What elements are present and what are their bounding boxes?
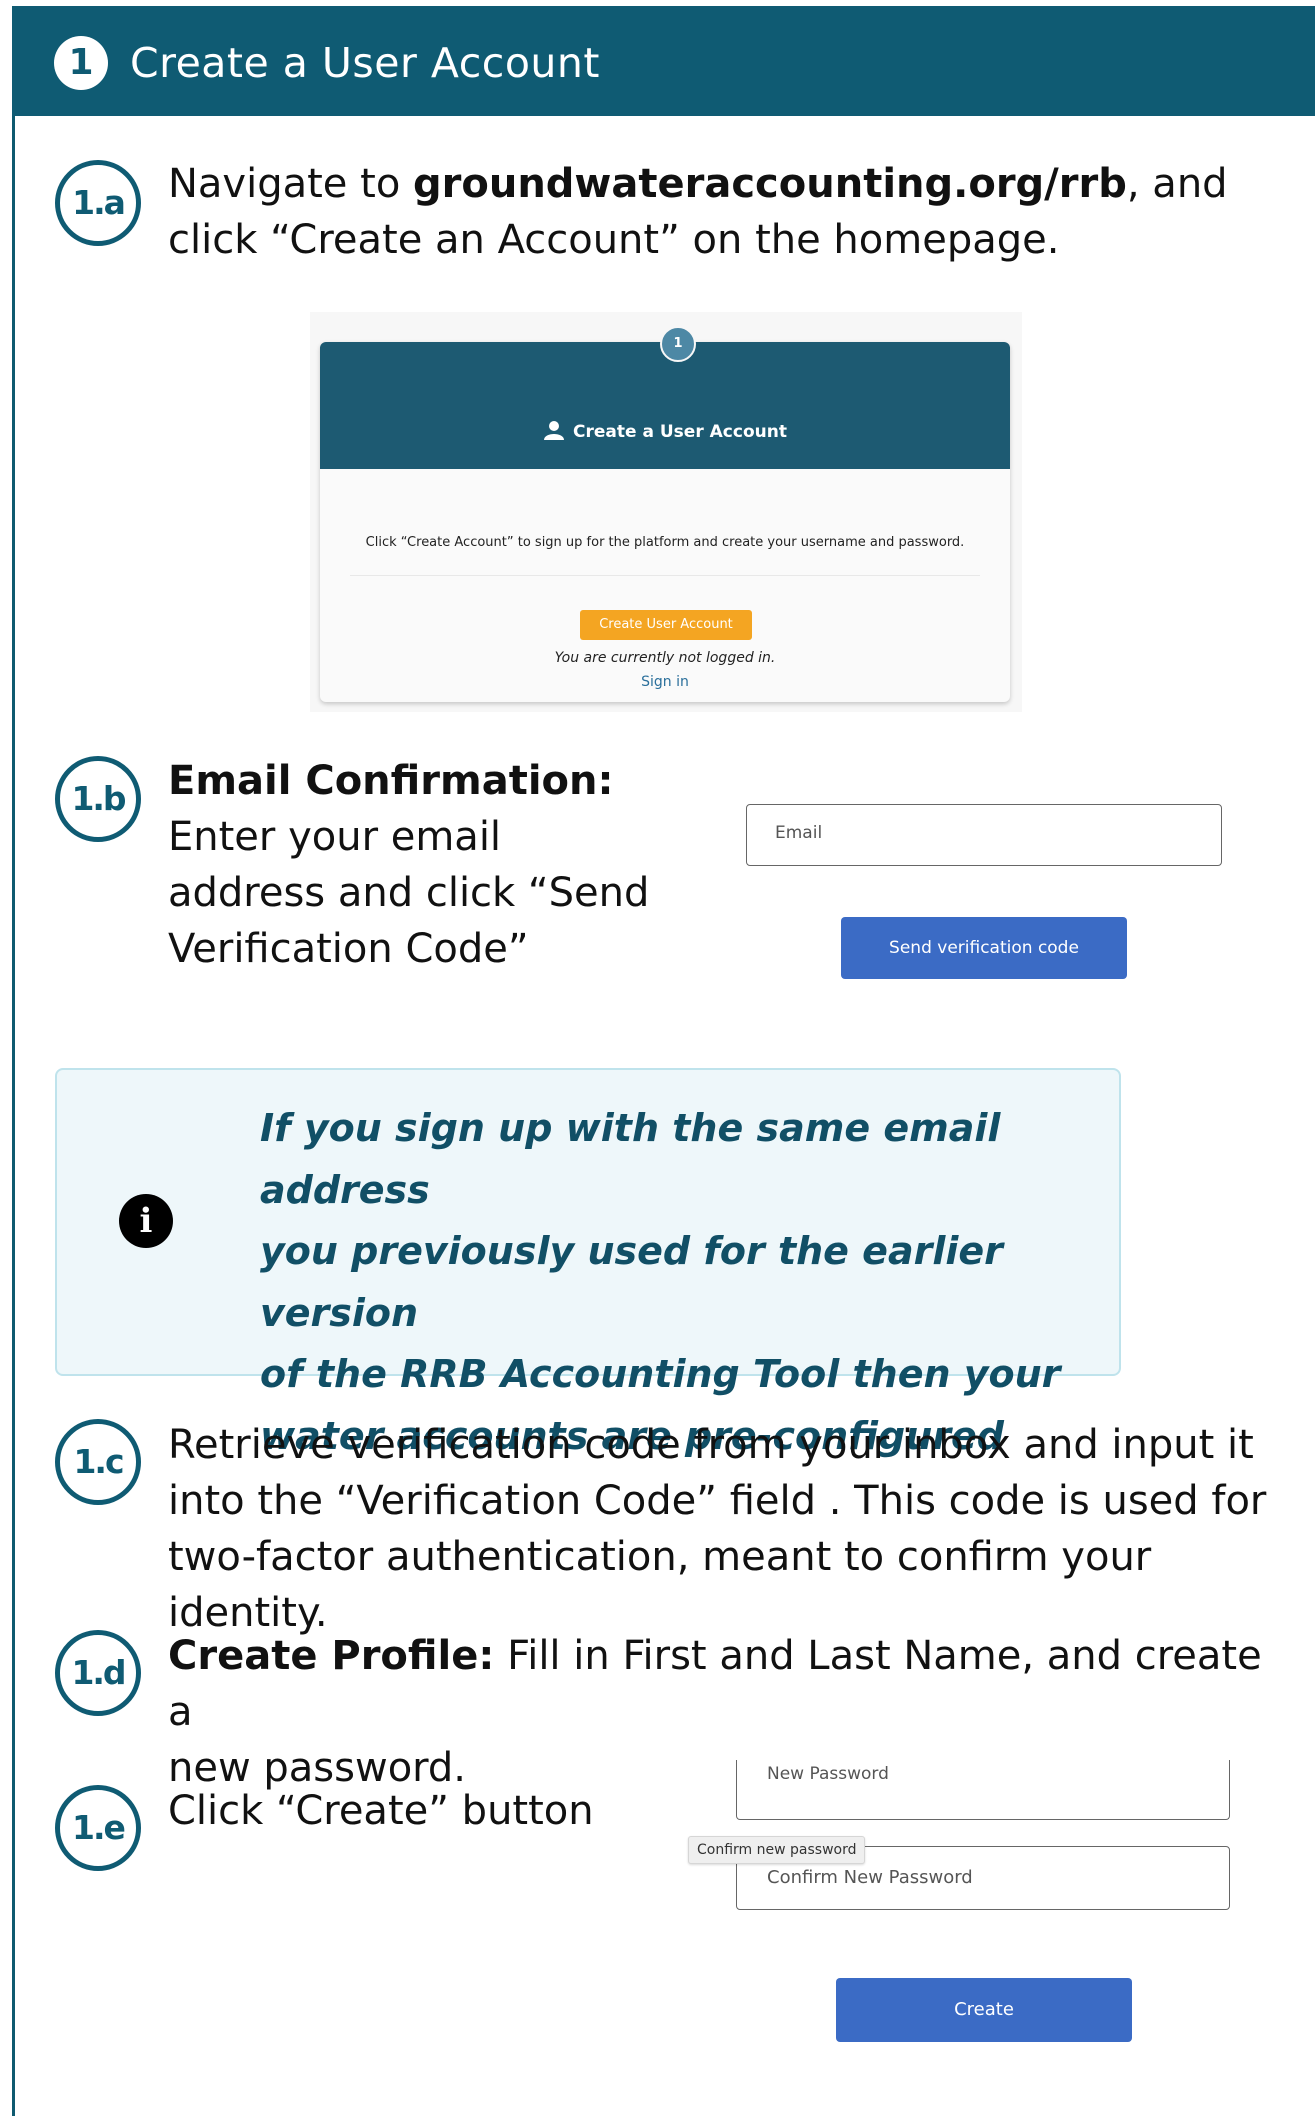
create-button[interactable]: Create [836,1978,1132,2042]
email-placeholder: Email [775,823,823,843]
login-status-text: You are currently not logged in. [554,650,776,666]
step-1a-text: Navigate to groundwateraccounting.org/rr… [168,161,1228,263]
new-password-placeholder: New Password [767,1764,889,1784]
step-1d-heading: Create Profile: [168,1633,495,1679]
card-title: Create a User Account [320,420,1010,442]
step-badge-1d: 1.d [55,1630,141,1716]
confirm-password-tooltip: Confirm new password [688,1836,866,1864]
info-text: If you sign up with the same email addre… [260,1106,1061,1458]
step-1b-text: Email Confirmation: Enter your email add… [168,758,650,972]
divider [350,575,980,576]
confirm-password-placeholder: Confirm New Password [767,1867,973,1888]
section-number: 1 [54,36,108,90]
email-input[interactable]: Email [746,804,1222,866]
section-header: 1 Create a User Account [12,6,1315,116]
section-title: Create a User Account [130,39,600,87]
create-user-account-button[interactable]: Create User Account [580,610,752,640]
step-1b-heading: Email Confirmation: [168,758,614,804]
step-badge-1c: 1.c [55,1419,141,1505]
card-description: Click “Create Account” to sign up for th… [365,535,965,550]
new-password-input[interactable]: New Password [736,1760,1230,1820]
step-badge-1b: 1.b [55,756,141,842]
homepage-screenshot: Create a User Account 1 Click “Create Ac… [310,312,1022,712]
send-verification-code-button[interactable]: Send verification code [841,917,1127,979]
create-account-card: Create a User Account 1 Click “Create Ac… [320,326,1010,702]
url-text: groundwateraccounting.org/rrb [413,161,1127,207]
step-badge-1a: 1.a [55,160,141,246]
user-icon [544,421,565,440]
sign-in-link[interactable]: Sign in [320,674,1010,690]
card-header: Create a User Account [320,342,1010,469]
card-step-number: 1 [660,326,696,362]
info-icon: i [119,1194,173,1248]
step-1e-text: Click “Create” button [168,1788,594,1834]
step-1c-text: Retrieve verification code from your inb… [168,1422,1267,1636]
step-badge-1e: 1.e [55,1785,141,1871]
info-callout: i If you sign up with the same email add… [55,1068,1121,1458]
